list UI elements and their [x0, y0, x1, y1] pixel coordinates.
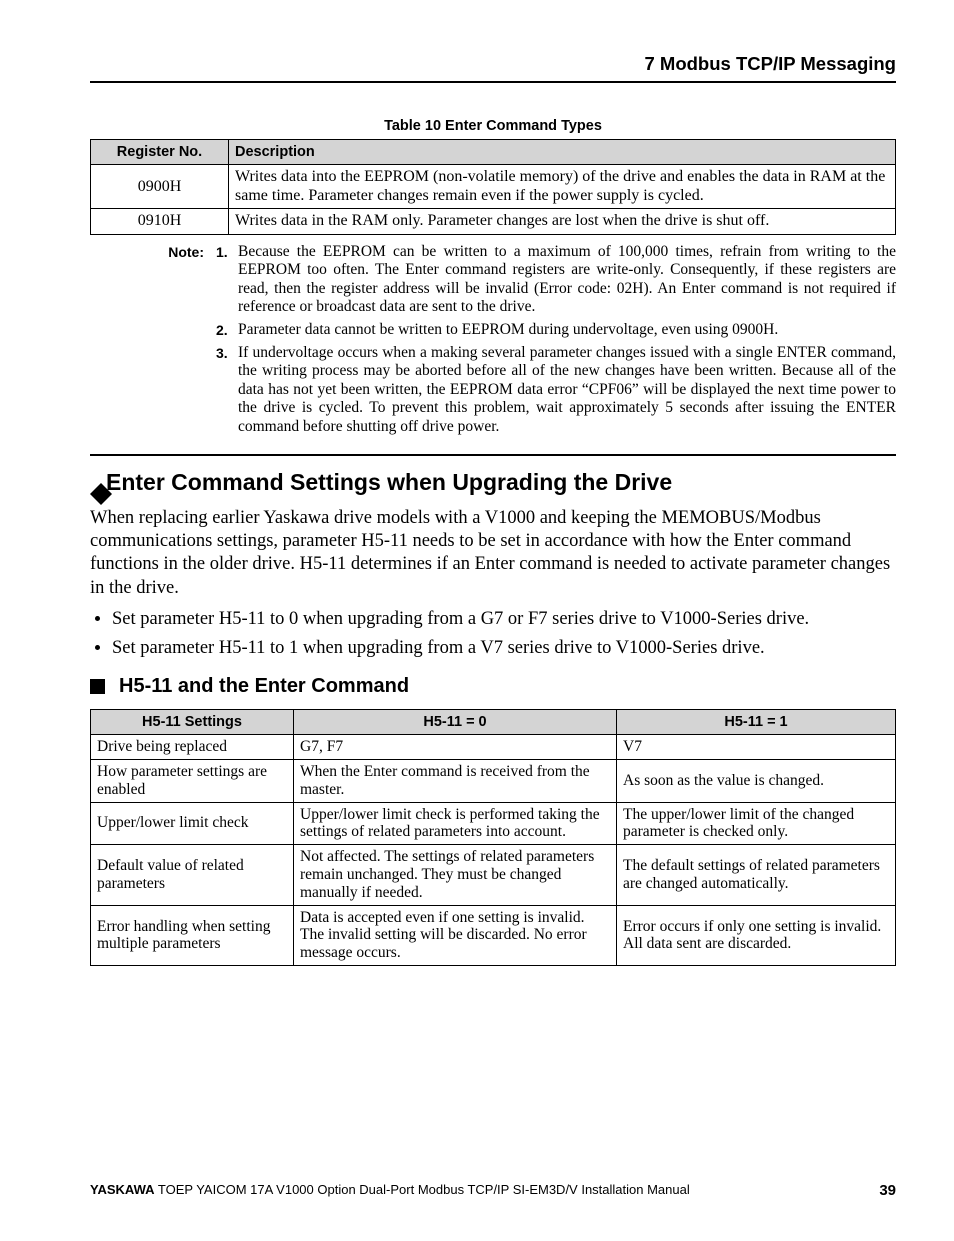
- cell: G7, F7: [294, 735, 617, 760]
- section-heading-h3: H5-11 and the Enter Command: [90, 674, 896, 699]
- notes-list: Because the EEPROM can be written to a m…: [216, 243, 896, 441]
- footer-brand: YASKAWA: [90, 1182, 155, 1197]
- bullet-list: Set parameter H5-11 to 0 when upgrading …: [90, 608, 896, 660]
- cell: V7: [617, 735, 896, 760]
- list-item: Set parameter H5-11 to 0 when upgrading …: [112, 608, 896, 631]
- cell: As soon as the value is changed.: [617, 759, 896, 802]
- divider: [90, 454, 896, 456]
- page-footer: YASKAWA TOEP YAICOM 17A V1000 Option Dua…: [90, 1182, 896, 1201]
- table11-head-c: H5-11 = 1: [617, 709, 896, 734]
- table11-head-b: H5-11 = 0: [294, 709, 617, 734]
- table10-caption: Table 10 Enter Command Types: [90, 117, 896, 135]
- table10-head-desc: Description: [229, 140, 896, 165]
- footer-left: YASKAWA TOEP YAICOM 17A V1000 Option Dua…: [90, 1182, 690, 1201]
- table-row: Upper/lower limit check Upper/lower limi…: [91, 802, 896, 845]
- header-title: 7 Modbus TCP/IP Messaging: [644, 53, 896, 74]
- cell: Drive being replaced: [91, 735, 294, 760]
- cell: The default settings of related paramete…: [617, 845, 896, 905]
- table-row: 0900H Writes data into the EEPROM (non-v…: [91, 165, 896, 209]
- table10: Register No. Description 0900H Writes da…: [90, 139, 896, 234]
- page-header: 7 Modbus TCP/IP Messaging: [90, 52, 896, 83]
- square-icon: [90, 679, 105, 694]
- list-item: Because the EEPROM can be written to a m…: [216, 243, 896, 317]
- cell-desc: Writes data in the RAM only. Parameter c…: [229, 209, 896, 234]
- cell: Error handling when setting multiple par…: [91, 905, 294, 965]
- table11: H5-11 Settings H5-11 = 0 H5-11 = 1 Drive…: [90, 709, 896, 966]
- cell: Error occurs if only one setting is inva…: [617, 905, 896, 965]
- cell-reg: 0900H: [91, 165, 229, 209]
- footer-doc: TOEP YAICOM 17A V1000 Option Dual-Port M…: [155, 1182, 690, 1197]
- h3-text: H5-11 and the Enter Command: [119, 674, 409, 699]
- list-item: If undervoltage occurs when a making sev…: [216, 344, 896, 437]
- cell: How parameter settings are enabled: [91, 759, 294, 802]
- table11-head-a: H5-11 Settings: [91, 709, 294, 734]
- section-heading-h2: Enter Command Settings when Upgrading th…: [90, 468, 896, 497]
- cell: When the Enter command is received from …: [294, 759, 617, 802]
- cell: Not affected. The settings of related pa…: [294, 845, 617, 905]
- cell: Upper/lower limit check is performed tak…: [294, 802, 617, 845]
- table-row: How parameter settings are enabled When …: [91, 759, 896, 802]
- section-paragraph: When replacing earlier Yaskawa drive mod…: [90, 507, 896, 600]
- cell: Data is accepted even if one setting is …: [294, 905, 617, 965]
- notes-label: Note:: [120, 243, 216, 441]
- cell-desc: Writes data into the EEPROM (non-volatil…: [229, 165, 896, 209]
- table-row: Error handling when setting multiple par…: [91, 905, 896, 965]
- cell: Upper/lower limit check: [91, 802, 294, 845]
- table-row: Default value of related parameters Not …: [91, 845, 896, 905]
- list-item: Set parameter H5-11 to 1 when upgrading …: [112, 637, 896, 660]
- h2-text: Enter Command Settings when Upgrading th…: [106, 468, 672, 497]
- cell-reg: 0910H: [91, 209, 229, 234]
- list-item: Parameter data cannot be written to EEPR…: [216, 321, 896, 340]
- table-row: 0910H Writes data in the RAM only. Param…: [91, 209, 896, 234]
- cell: The upper/lower limit of the changed par…: [617, 802, 896, 845]
- notes-block: Note: Because the EEPROM can be written …: [90, 243, 896, 441]
- table-row: Drive being replaced G7, F7 V7: [91, 735, 896, 760]
- footer-page-number: 39: [879, 1182, 896, 1201]
- table10-head-reg: Register No.: [91, 140, 229, 165]
- cell: Default value of related parameters: [91, 845, 294, 905]
